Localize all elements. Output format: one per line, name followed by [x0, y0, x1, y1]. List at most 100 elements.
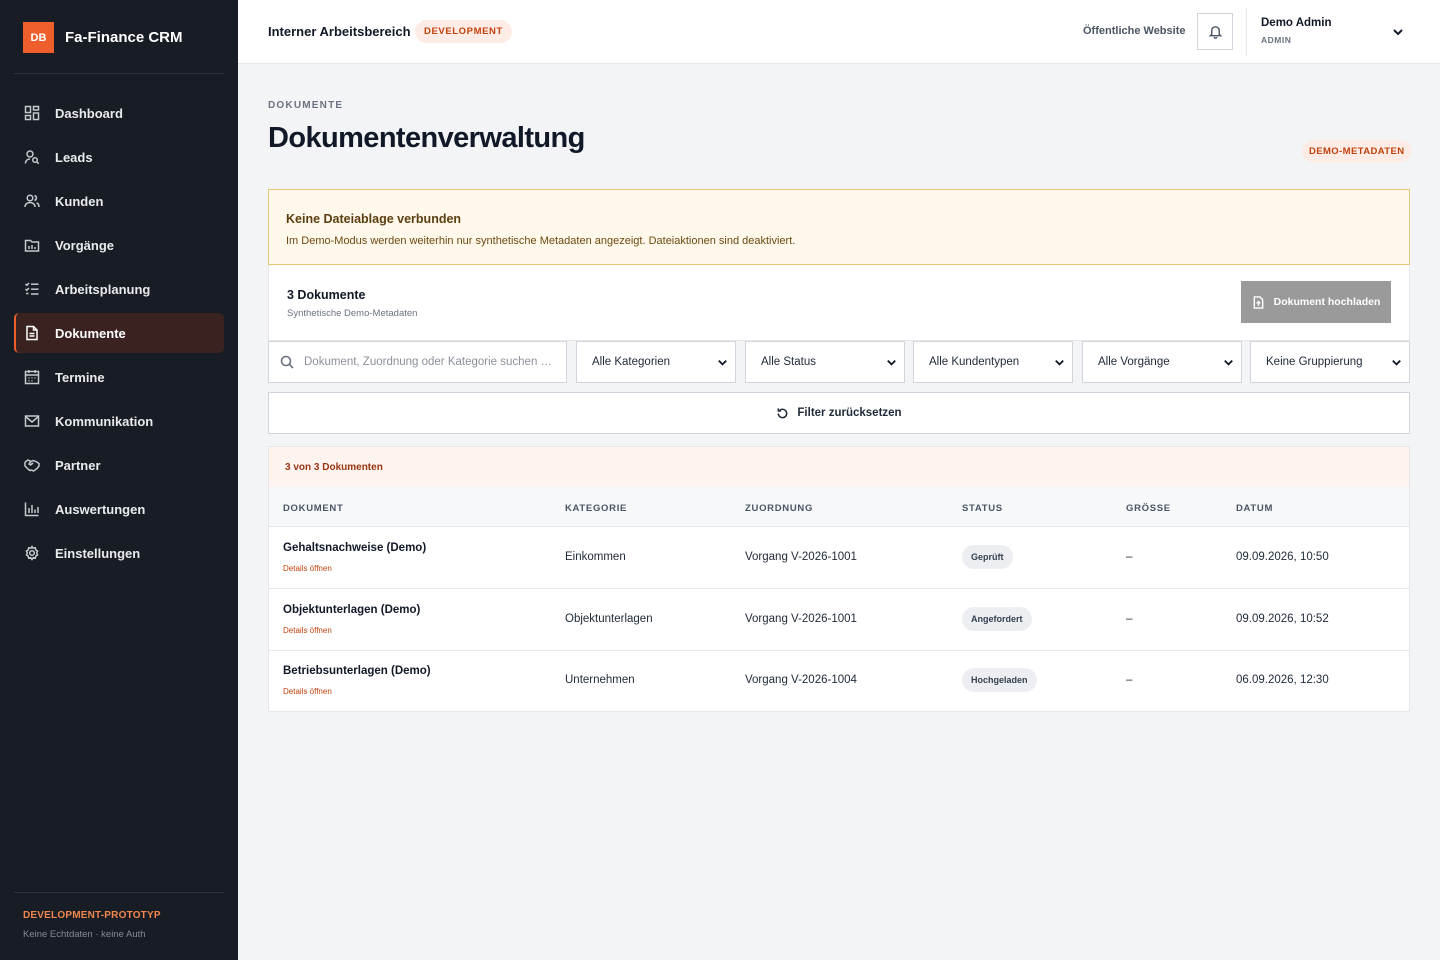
- document-category: Objektunterlagen: [565, 613, 653, 625]
- process-select-value: Alle Vorgänge: [1098, 356, 1170, 368]
- brand-logo: DB: [23, 22, 54, 53]
- column-header-status[interactable]: STATUS: [962, 503, 1003, 514]
- sidebar-item-label: Arbeitsplanung: [55, 281, 151, 297]
- chevron-down-icon: [1224, 359, 1233, 366]
- customer-type-select[interactable]: Alle Kundentypen: [913, 341, 1073, 383]
- sidebar-item-label: Kommunikation: [55, 413, 154, 429]
- users-icon: [24, 193, 40, 209]
- sidebar-item-label: Kunden: [55, 193, 104, 209]
- details-link[interactable]: Details öffnen: [283, 687, 332, 696]
- handshake-icon: [24, 457, 40, 473]
- column-header-category[interactable]: KATEGORIE: [565, 503, 627, 514]
- chevron-down-icon[interactable]: [1391, 25, 1405, 39]
- document-assignment: Vorgang V-2026-1001: [745, 551, 857, 563]
- table-result-info: 3 von 3 Dokumenten: [269, 447, 1409, 487]
- process-select[interactable]: Alle Vorgänge: [1082, 341, 1242, 383]
- document-date: 09.09.2026, 10:52: [1236, 613, 1329, 625]
- sidebar-item-termine[interactable]: Termine: [14, 357, 224, 397]
- category-select-value: Alle Kategorien: [592, 356, 670, 368]
- sidebar-item-kommunikation[interactable]: Kommunikation: [14, 401, 224, 441]
- documents-subtitle: Synthetische Demo-Metadaten: [287, 308, 418, 319]
- document-size: –: [1126, 551, 1133, 563]
- bar-chart-icon: [24, 501, 40, 517]
- column-header-size[interactable]: GRÖSSE: [1126, 503, 1171, 514]
- sidebar-item-label: Dashboard: [55, 105, 123, 121]
- reset-filters-label: Filter zurücksetzen: [797, 407, 902, 419]
- status-select[interactable]: Alle Status: [745, 341, 905, 383]
- column-header-date[interactable]: DATUM: [1236, 503, 1273, 514]
- document-name: Objektunterlagen (Demo): [283, 604, 421, 616]
- user-search-icon: [24, 149, 40, 165]
- sidebar-item-arbeitsplanung[interactable]: Arbeitsplanung: [14, 269, 224, 309]
- sidebar-item-dashboard[interactable]: Dashboard: [14, 93, 224, 133]
- sidebar-item-auswertungen[interactable]: Auswertungen: [14, 489, 224, 529]
- user-name[interactable]: Demo Admin: [1261, 17, 1332, 29]
- chevron-down-icon: [1392, 359, 1401, 366]
- brand[interactable]: DB Fa-Finance CRM: [23, 22, 183, 53]
- status-badge: Angefordert: [962, 607, 1032, 631]
- file-upload-icon: [1252, 295, 1274, 309]
- calendar-icon: [24, 369, 40, 385]
- sidebar-footer-subtitle: Keine Echtdaten · keine Auth: [23, 929, 146, 940]
- status-badge: Geprüft: [962, 545, 1013, 569]
- documents-header: 3 Dokumente Synthetische Demo-Metadaten …: [268, 265, 1410, 341]
- grouping-select[interactable]: Keine Gruppierung: [1250, 341, 1410, 383]
- column-header-document[interactable]: DOKUMENT: [283, 503, 344, 514]
- search-input[interactable]: [304, 356, 554, 368]
- workspace-title: Interner Arbeitsbereich: [268, 24, 411, 39]
- sidebar-item-label: Termine: [55, 369, 105, 385]
- search-icon: [269, 355, 294, 369]
- user-role: ADMIN: [1261, 35, 1292, 45]
- chevron-down-icon: [1055, 359, 1064, 366]
- dashboard-icon: [24, 105, 40, 121]
- brand-name: Fa-Finance CRM: [65, 29, 183, 46]
- document-icon: [24, 325, 40, 341]
- documents-count: 3 Dokumente: [287, 288, 366, 302]
- sidebar-item-kunden[interactable]: Kunden: [14, 181, 224, 221]
- upload-document-button[interactable]: Dokument hochladen: [1241, 281, 1391, 323]
- page-title: Dokumentenverwaltung: [268, 122, 585, 154]
- document-date: 09.09.2026, 10:50: [1236, 551, 1329, 563]
- page-eyebrow: DOKUMENTE: [268, 100, 344, 111]
- sidebar-item-partner[interactable]: Partner: [14, 445, 224, 485]
- sidebar-item-label: Dokumente: [55, 325, 126, 341]
- sidebar-item-label: Partner: [55, 457, 101, 473]
- column-header-assignment[interactable]: ZUORDNUNG: [745, 503, 813, 514]
- sidebar-item-dokumente[interactable]: Dokumente: [14, 313, 224, 353]
- sidebar-footer-title: DEVELOPMENT-PROTOTYP: [23, 910, 161, 921]
- sidebar-item-einstellungen[interactable]: Einstellungen: [14, 533, 224, 573]
- category-select[interactable]: Alle Kategorien: [576, 341, 736, 383]
- details-link[interactable]: Details öffnen: [283, 626, 332, 635]
- storage-warning-alert: Keine Dateiablage verbunden Im Demo-Modu…: [268, 189, 1410, 265]
- search-field[interactable]: [268, 341, 567, 383]
- document-name: Gehaltsnachweise (Demo): [283, 542, 427, 554]
- mail-icon: [24, 413, 40, 429]
- document-assignment: Vorgang V-2026-1004: [745, 674, 857, 686]
- table-row[interactable]: Objektunterlagen (Demo) Details öffnen O…: [269, 589, 1409, 651]
- environment-badge: DEVELOPMENT: [415, 20, 512, 43]
- alert-text: Im Demo-Modus werden weiterhin nur synth…: [286, 235, 796, 247]
- topbar-separator: [1246, 8, 1247, 56]
- customer-type-select-value: Alle Kundentypen: [929, 356, 1020, 368]
- chevron-down-icon: [718, 359, 727, 366]
- document-category: Unternehmen: [565, 674, 635, 686]
- notifications-button[interactable]: [1197, 13, 1233, 50]
- chart-folder-icon: [24, 237, 40, 253]
- sidebar-item-label: Vorgänge: [55, 237, 114, 253]
- sidebar-item-label: Auswertungen: [55, 501, 146, 517]
- status-badge: Hochgeladen: [962, 668, 1037, 692]
- details-link[interactable]: Details öffnen: [283, 564, 332, 573]
- topbar: Interner Arbeitsbereich DEVELOPMENT Öffe…: [238, 0, 1440, 64]
- table-row[interactable]: Betriebsunterlagen (Demo) Details öffnen…: [269, 650, 1409, 712]
- sidebar-item-leads[interactable]: Leads: [14, 137, 224, 177]
- sidebar-item-vorgaenge[interactable]: Vorgänge: [14, 225, 224, 265]
- alert-title: Keine Dateiablage verbunden: [286, 212, 462, 226]
- table-row[interactable]: Gehaltsnachweise (Demo) Details öffnen E…: [269, 527, 1409, 589]
- sidebar-footer-divider: [14, 892, 224, 893]
- reset-filters-button[interactable]: Filter zurücksetzen: [268, 392, 1410, 434]
- bell-icon: [1208, 24, 1223, 39]
- document-size: –: [1126, 613, 1133, 625]
- table-header: DOKUMENT KATEGORIE ZUORDNUNG STATUS GRÖS…: [269, 487, 1409, 527]
- public-website-link[interactable]: Öffentliche Website: [1083, 25, 1185, 37]
- chevron-down-icon: [887, 359, 896, 366]
